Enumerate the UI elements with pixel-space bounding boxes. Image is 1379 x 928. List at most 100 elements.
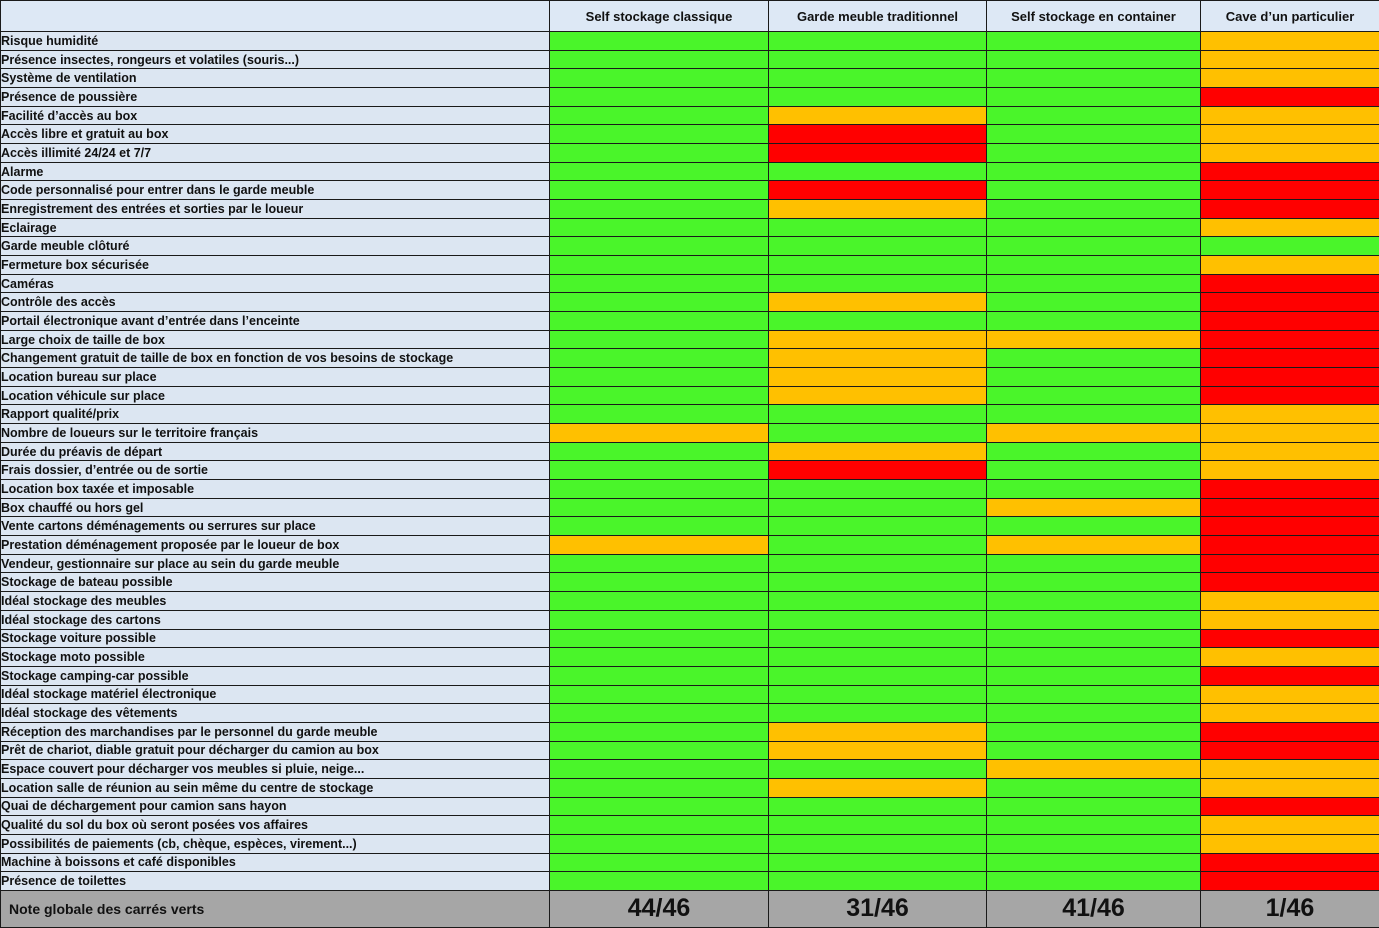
criteria-label: Espace couvert pour décharger vos meuble… (1, 760, 550, 779)
criteria-label: Large choix de taille de box (1, 330, 550, 349)
criteria-label: Prestation déménagement proposée par le … (1, 536, 550, 555)
rating-cell-green (550, 722, 769, 741)
rating-cell-green (550, 218, 769, 237)
rating-cell-green (550, 816, 769, 835)
criteria-label: Fermeture box sécurisée (1, 256, 550, 275)
rating-cell-green (550, 480, 769, 499)
rating-cell-red (1201, 181, 1379, 200)
criteria-row: Box chauffé ou hors gel (1, 498, 1379, 517)
rating-cell-green (987, 69, 1201, 88)
rating-cell-orange (1201, 442, 1379, 461)
rating-cell-green (987, 144, 1201, 163)
rating-cell-green (769, 853, 987, 872)
criteria-label: Système de ventilation (1, 69, 550, 88)
total-score-self-stockage-container: 41/46 (987, 890, 1201, 927)
rating-cell-orange (1201, 218, 1379, 237)
criteria-label: Code personnalisé pour entrer dans le ga… (1, 181, 550, 200)
criteria-label: Durée du préavis de départ (1, 442, 550, 461)
criteria-row: Alarme (1, 162, 1379, 181)
criteria-row: Facilité d’accès au box (1, 106, 1379, 125)
criteria-row: Idéal stockage matériel électronique (1, 685, 1379, 704)
rating-cell-red (1201, 274, 1379, 293)
rating-cell-green (769, 760, 987, 779)
rating-cell-red (1201, 162, 1379, 181)
rating-cell-green (769, 218, 987, 237)
criteria-label: Machine à boissons et café disponibles (1, 853, 550, 872)
criteria-row: Garde meuble clôturé (1, 237, 1379, 256)
criteria-row: Nombre de loueurs sur le territoire fran… (1, 424, 1379, 443)
rating-cell-green (987, 368, 1201, 387)
rating-cell-orange (987, 498, 1201, 517)
rating-cell-green (987, 610, 1201, 629)
rating-cell-red (1201, 293, 1379, 312)
rating-cell-red (1201, 517, 1379, 536)
rating-cell-green (987, 853, 1201, 872)
rating-cell-green (987, 704, 1201, 723)
rating-cell-orange (769, 442, 987, 461)
rating-cell-green (769, 536, 987, 555)
rating-cell-green (769, 648, 987, 667)
criteria-row: Accès illimité 24/24 et 7/7 (1, 144, 1379, 163)
rating-cell-orange (1201, 144, 1379, 163)
rating-cell-green (987, 349, 1201, 368)
rating-cell-green (987, 461, 1201, 480)
rating-cell-green (987, 741, 1201, 760)
rating-cell-green (987, 573, 1201, 592)
rating-cell-red (1201, 386, 1379, 405)
criteria-row: Accès libre et gratuit au box (1, 125, 1379, 144)
criteria-row: Machine à boissons et café disponibles (1, 853, 1379, 872)
criteria-label: Location box taxée et imposable (1, 480, 550, 499)
rating-cell-green (987, 592, 1201, 611)
rating-cell-red (1201, 330, 1379, 349)
rating-cell-red (1201, 554, 1379, 573)
criteria-row: Durée du préavis de départ (1, 442, 1379, 461)
rating-cell-green (987, 685, 1201, 704)
rating-cell-red (1201, 741, 1379, 760)
column-header-self-stockage-classique: Self stockage classique (550, 1, 769, 32)
column-header-self-stockage-container: Self stockage en container (987, 1, 1201, 32)
criteria-row: Changement gratuit de taille de box en f… (1, 349, 1379, 368)
criteria-label: Vente cartons déménagements ou serrures … (1, 517, 550, 536)
rating-cell-green (550, 741, 769, 760)
rating-cell-green (769, 629, 987, 648)
rating-cell-green (550, 610, 769, 629)
rating-cell-orange (1201, 424, 1379, 443)
rating-cell-green (987, 218, 1201, 237)
criteria-row: Quai de déchargement pour camion sans ha… (1, 797, 1379, 816)
rating-cell-green (987, 88, 1201, 107)
criteria-label: Quai de déchargement pour camion sans ha… (1, 797, 550, 816)
criteria-label: Idéal stockage des cartons (1, 610, 550, 629)
rating-cell-green (987, 237, 1201, 256)
rating-cell-green (769, 480, 987, 499)
rating-cell-orange (769, 368, 987, 387)
rating-cell-orange (769, 349, 987, 368)
criteria-body: Risque humiditéPrésence insectes, rongeu… (1, 32, 1379, 891)
rating-cell-green (987, 274, 1201, 293)
rating-cell-green (769, 312, 987, 331)
criteria-row: Location bureau sur place (1, 368, 1379, 387)
criteria-label: Location bureau sur place (1, 368, 550, 387)
criteria-row: Idéal stockage des cartons (1, 610, 1379, 629)
rating-cell-orange (1201, 50, 1379, 69)
rating-cell-green (769, 816, 987, 835)
total-label: Note globale des carrés verts (1, 890, 550, 927)
criteria-label: Risque humidité (1, 32, 550, 51)
rating-cell-red (769, 144, 987, 163)
criteria-row: Location véhicule sur place (1, 386, 1379, 405)
rating-cell-green (987, 722, 1201, 741)
total-score-self-stockage-classique: 44/46 (550, 890, 769, 927)
rating-cell-red (1201, 498, 1379, 517)
rating-cell-orange (987, 424, 1201, 443)
criteria-row: Possibilités de paiements (cb, chèque, e… (1, 834, 1379, 853)
rating-cell-green (550, 69, 769, 88)
rating-cell-green (987, 778, 1201, 797)
rating-cell-red (1201, 666, 1379, 685)
rating-cell-green (550, 405, 769, 424)
criteria-label: Présence de poussière (1, 88, 550, 107)
rating-cell-green (550, 293, 769, 312)
rating-cell-green (550, 88, 769, 107)
rating-cell-green (769, 69, 987, 88)
rating-cell-red (1201, 573, 1379, 592)
header-corner (1, 1, 550, 32)
rating-cell-green (550, 592, 769, 611)
